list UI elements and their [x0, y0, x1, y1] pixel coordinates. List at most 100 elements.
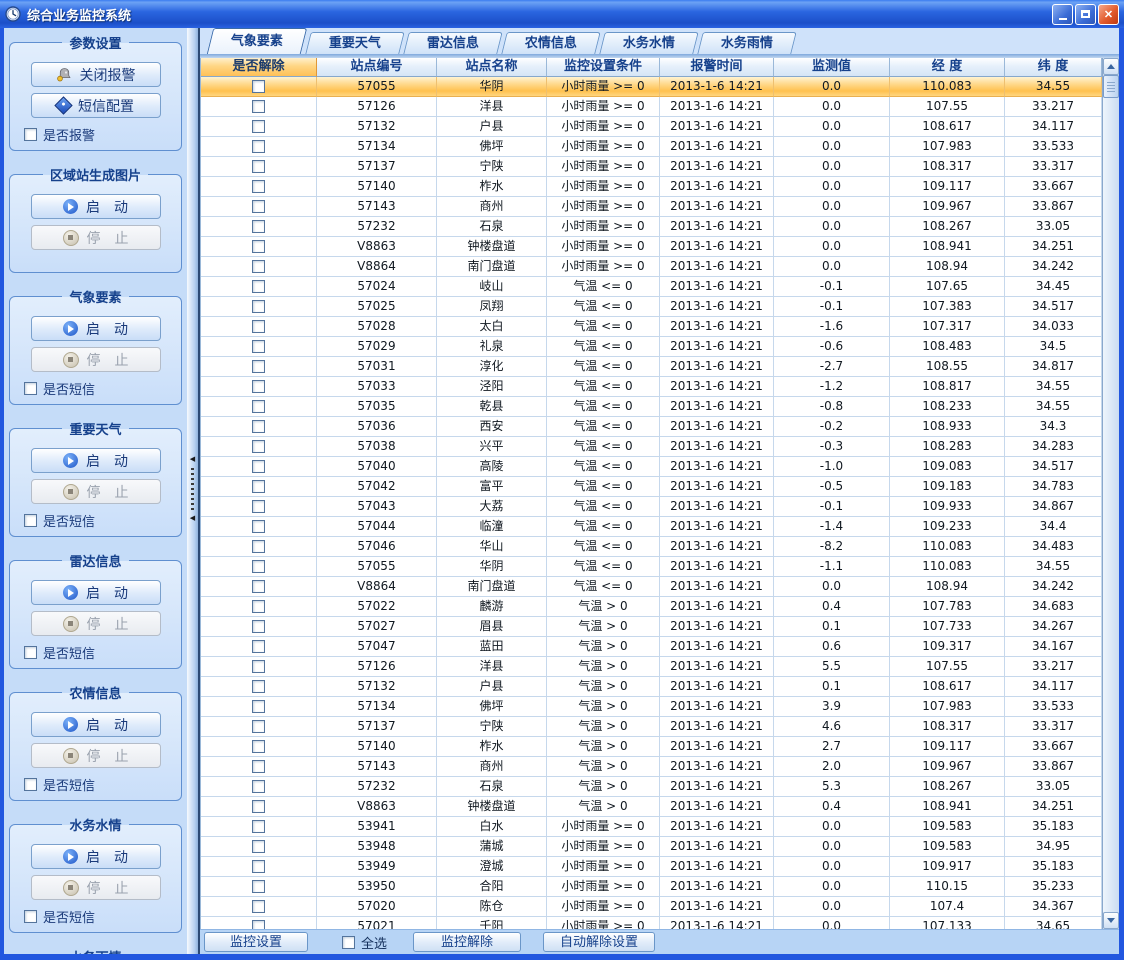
table-row[interactable]: V8864南门盘道小时雨量 >= 02013-1-6 14:210.0108.9… [201, 257, 1102, 277]
row-checkbox[interactable] [252, 820, 265, 833]
row-checkbox[interactable] [252, 600, 265, 613]
monitor-setting-button[interactable]: 监控设置 [204, 932, 308, 952]
table-row[interactable]: 57031淳化气温 <= 02013-1-6 14:21-2.7108.5534… [201, 357, 1102, 377]
maximize-button[interactable] [1075, 4, 1096, 25]
table-row[interactable]: 57021千阳小时雨量 >= 02013-1-6 14:210.0107.133… [201, 917, 1102, 929]
table-row[interactable]: V8863钟楼盘道气温 > 02013-1-6 14:210.4108.9413… [201, 797, 1102, 817]
scrollbar-thumb[interactable] [1103, 75, 1119, 98]
table-row[interactable]: 57232石泉小时雨量 >= 02013-1-6 14:210.0108.267… [201, 217, 1102, 237]
row-checkbox[interactable] [252, 580, 265, 593]
tab-2[interactable]: 雷达信息 [403, 32, 502, 54]
sms-checkbox[interactable]: 是否短信 [24, 775, 181, 794]
row-checkbox[interactable] [252, 560, 265, 573]
table-row[interactable]: 57038兴平气温 <= 02013-1-6 14:21-0.3108.2833… [201, 437, 1102, 457]
table-row[interactable]: 57025凤翔气温 <= 02013-1-6 14:21-0.1107.3833… [201, 297, 1102, 317]
column-header-3[interactable]: 监控设置条件 [547, 58, 660, 77]
table-row[interactable]: 57126洋县小时雨量 >= 02013-1-6 14:210.0107.553… [201, 97, 1102, 117]
row-checkbox[interactable] [252, 180, 265, 193]
table-row[interactable]: 57132户县气温 > 02013-1-6 14:210.1108.61734.… [201, 677, 1102, 697]
row-checkbox[interactable] [252, 680, 265, 693]
table-row[interactable]: 57020陈仓小时雨量 >= 02013-1-6 14:210.0107.434… [201, 897, 1102, 917]
row-checkbox[interactable] [252, 160, 265, 173]
row-checkbox[interactable] [252, 400, 265, 413]
table-row[interactable]: 57134佛坪气温 > 02013-1-6 14:213.9107.98333.… [201, 697, 1102, 717]
table-row[interactable]: 57024岐山气温 <= 02013-1-6 14:21-0.1107.6534… [201, 277, 1102, 297]
row-checkbox[interactable] [252, 140, 265, 153]
close-button[interactable]: ✕ [1098, 4, 1119, 25]
row-checkbox[interactable] [252, 100, 265, 113]
stop-button[interactable]: 停 止 [31, 875, 161, 900]
column-header-2[interactable]: 站点名称 [437, 58, 547, 77]
row-checkbox[interactable] [252, 420, 265, 433]
row-checkbox[interactable] [252, 520, 265, 533]
table-row[interactable]: 53949澄城小时雨量 >= 02013-1-6 14:210.0109.917… [201, 857, 1102, 877]
table-row[interactable]: 57232石泉气温 > 02013-1-6 14:215.3108.26733.… [201, 777, 1102, 797]
row-checkbox[interactable] [252, 720, 265, 733]
checkbox-box[interactable] [24, 910, 37, 923]
column-header-7[interactable]: 纬 度 [1005, 58, 1102, 77]
tab-0[interactable]: 气象要素 [207, 28, 307, 54]
start-button[interactable]: 启 动 [31, 844, 161, 869]
start-button[interactable]: 启 动 [31, 712, 161, 737]
row-checkbox[interactable] [252, 360, 265, 373]
table-row[interactable]: 53950合阳小时雨量 >= 02013-1-6 14:210.0110.153… [201, 877, 1102, 897]
table-row[interactable]: 57046华山气温 <= 02013-1-6 14:21-8.2110.0833… [201, 537, 1102, 557]
row-checkbox[interactable] [252, 900, 265, 913]
row-checkbox[interactable] [252, 200, 265, 213]
table-row[interactable]: 57140柞水气温 > 02013-1-6 14:212.7109.11733.… [201, 737, 1102, 757]
row-checkbox[interactable] [252, 740, 265, 753]
tab-5[interactable]: 水务雨情 [697, 32, 796, 54]
table-row[interactable]: 57134佛坪小时雨量 >= 02013-1-6 14:210.0107.983… [201, 137, 1102, 157]
checkbox-box[interactable] [24, 514, 37, 527]
row-checkbox[interactable] [252, 760, 265, 773]
table-row[interactable]: 57137宁陕小时雨量 >= 02013-1-6 14:210.0108.317… [201, 157, 1102, 177]
select-all-checkbox[interactable]: 全选 [342, 933, 387, 952]
row-checkbox[interactable] [252, 460, 265, 473]
sms-checkbox[interactable]: 是否短信 [24, 511, 181, 530]
column-header-0[interactable]: 是否解除 [201, 58, 317, 77]
table-row[interactable]: 57143商州气温 > 02013-1-6 14:212.0109.96733.… [201, 757, 1102, 777]
row-checkbox[interactable] [252, 660, 265, 673]
table-row[interactable]: 57132户县小时雨量 >= 02013-1-6 14:210.0108.617… [201, 117, 1102, 137]
monitor-release-button[interactable]: 监控解除 [413, 932, 521, 952]
row-checkbox[interactable] [252, 540, 265, 553]
sms-checkbox[interactable]: 是否短信 [24, 379, 181, 398]
sms-checkbox[interactable]: 是否短信 [24, 907, 181, 926]
table-row[interactable]: 57126洋县气温 > 02013-1-6 14:215.5107.5533.2… [201, 657, 1102, 677]
row-checkbox[interactable] [252, 120, 265, 133]
row-checkbox[interactable] [252, 280, 265, 293]
table-row[interactable]: 53941白水小时雨量 >= 02013-1-6 14:210.0109.583… [201, 817, 1102, 837]
tab-3[interactable]: 农情信息 [501, 32, 600, 54]
row-checkbox[interactable] [252, 640, 265, 653]
table-row[interactable]: 57036西安气温 <= 02013-1-6 14:21-0.2108.9333… [201, 417, 1102, 437]
row-checkbox[interactable] [252, 800, 265, 813]
auto-release-setting-button[interactable]: 自动解除设置 [543, 932, 655, 952]
row-checkbox[interactable] [252, 340, 265, 353]
table-row[interactable]: V8864南门盘道气温 <= 02013-1-6 14:210.0108.943… [201, 577, 1102, 597]
close-alarm-button[interactable]: 关闭报警 [31, 62, 161, 87]
splitter-grip[interactable] [191, 468, 194, 510]
column-header-1[interactable]: 站点编号 [317, 58, 437, 77]
sms-config-button[interactable]: 短信配置 [31, 93, 161, 118]
row-checkbox[interactable] [252, 700, 265, 713]
scroll-down-button[interactable] [1103, 912, 1119, 929]
minimize-button[interactable] [1052, 4, 1073, 25]
row-checkbox[interactable] [252, 320, 265, 333]
row-checkbox[interactable] [252, 920, 265, 929]
row-checkbox[interactable] [252, 300, 265, 313]
vertical-scrollbar[interactable] [1102, 58, 1119, 929]
row-checkbox[interactable] [252, 860, 265, 873]
stop-button[interactable]: 停 止 [31, 479, 161, 504]
start-button[interactable]: 启 动 [31, 194, 161, 219]
sms-checkbox[interactable]: 是否短信 [24, 643, 181, 662]
scroll-up-button[interactable] [1103, 58, 1119, 75]
sidebar-splitter[interactable]: ◀ ◀ [187, 28, 200, 954]
row-checkbox[interactable] [252, 380, 265, 393]
table-row[interactable]: 53948蒲城小时雨量 >= 02013-1-6 14:210.0109.583… [201, 837, 1102, 857]
table-row[interactable]: 57040高陵气温 <= 02013-1-6 14:21-1.0109.0833… [201, 457, 1102, 477]
table-row[interactable]: 57055华阴小时雨量 >= 02013-1-6 14:210.0110.083… [201, 77, 1102, 97]
collapse-left-icon[interactable]: ◀ [190, 515, 195, 522]
column-header-5[interactable]: 监测值 [774, 58, 890, 77]
checkbox-box[interactable] [24, 646, 37, 659]
row-checkbox[interactable] [252, 80, 265, 93]
